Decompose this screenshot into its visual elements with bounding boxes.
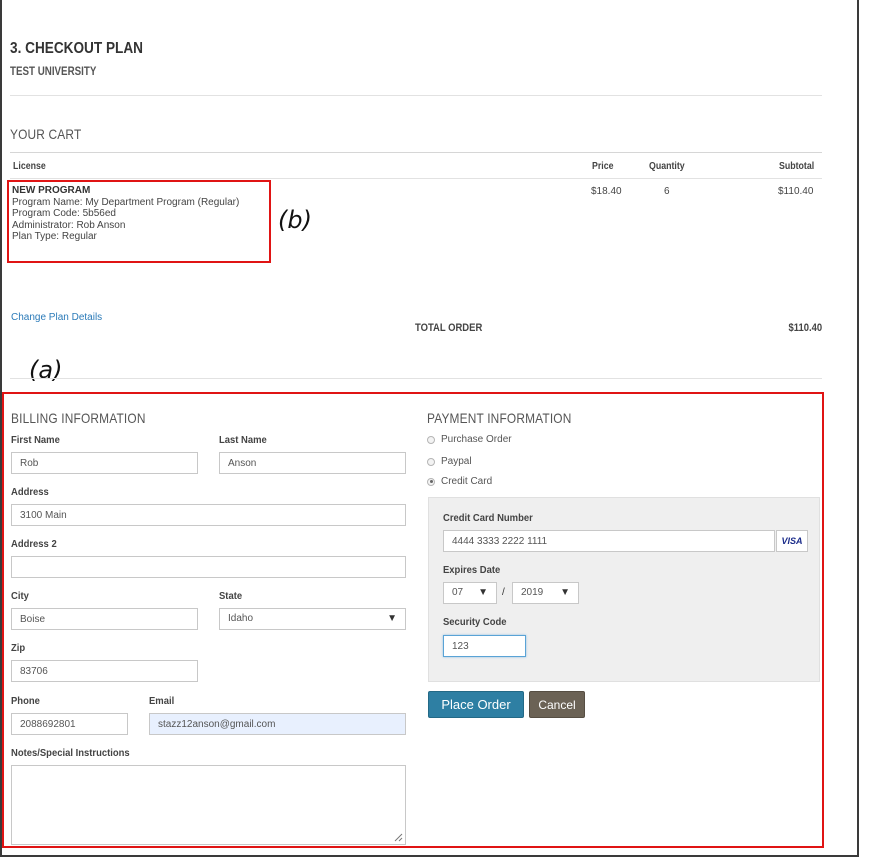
city-label: City [11, 590, 29, 602]
payment-option-label: Credit Card [441, 476, 493, 487]
item-price: $18.40 [591, 186, 622, 197]
payment-option-paypal[interactable]: Paypal [427, 456, 472, 467]
email-label: Email [149, 695, 175, 707]
phone-input[interactable]: 2088692801 [11, 713, 128, 735]
last-name-label: Last Name [219, 434, 267, 446]
expires-date-label: Expires Date [443, 564, 501, 576]
page-title: 3. CHECKOUT PLAN [10, 40, 143, 57]
item-quantity: 6 [664, 186, 670, 197]
state-label: State [219, 590, 243, 602]
address-label: Address [11, 486, 49, 498]
notes-textarea[interactable] [11, 765, 406, 845]
total-order-label: TOTAL ORDER [415, 322, 483, 334]
cart-heading: YOUR CART [10, 126, 82, 142]
annotation-label-a: (a) [29, 356, 63, 384]
billing-heading: BILLING INFORMATION [11, 410, 146, 426]
column-header-subtotal: Subtotal [779, 161, 815, 172]
divider [10, 152, 822, 153]
payment-heading: PAYMENT INFORMATION [427, 410, 572, 426]
radio-button[interactable] [427, 457, 435, 466]
date-separator: / [502, 587, 505, 598]
payment-option-purchase-order[interactable]: Purchase Order [427, 434, 512, 445]
state-select[interactable]: Idaho ▼ [219, 608, 406, 630]
column-header-quantity: Quantity [649, 161, 685, 172]
organization-name: TEST UNIVERSITY [10, 66, 97, 78]
card-number-input[interactable]: 4444 3333 2222 1111 [443, 530, 775, 552]
address-input[interactable]: 3100 Main [11, 504, 406, 526]
payment-option-credit-card[interactable]: Credit Card [427, 476, 492, 487]
expires-month-select[interactable]: 07 ▼ [443, 582, 497, 604]
dropdown-arrow-icon: ▼ [387, 613, 397, 624]
email-input[interactable]: stazz12anson@gmail.com [149, 713, 406, 735]
first-name-input[interactable]: Rob [11, 452, 198, 474]
column-header-price: Price [592, 161, 614, 172]
first-name-label: First Name [11, 434, 60, 446]
zip-label: Zip [11, 642, 26, 654]
annotation-box-b [7, 180, 271, 263]
divider [10, 378, 822, 379]
change-plan-details-link[interactable]: Change Plan Details [11, 312, 102, 323]
phone-label: Phone [11, 695, 40, 707]
address2-label: Address 2 [11, 538, 57, 550]
radio-button[interactable] [427, 435, 435, 444]
notes-label: Notes/Special Instructions [11, 747, 130, 759]
column-header-license: License [13, 161, 46, 172]
address2-input[interactable] [11, 556, 406, 578]
payment-option-label: Purchase Order [441, 434, 512, 445]
radio-button-selected[interactable] [427, 477, 435, 486]
expires-month-value: 07 [452, 587, 464, 598]
card-number-label: Credit Card Number [443, 512, 533, 524]
annotation-label-b: (b) [278, 206, 312, 234]
zip-input[interactable]: 83706 [11, 660, 198, 682]
cancel-button[interactable]: Cancel [529, 691, 585, 718]
security-code-input[interactable]: 123 [443, 635, 526, 657]
resize-grip-icon[interactable] [394, 833, 403, 842]
dropdown-arrow-icon: ▼ [478, 587, 488, 598]
visa-card-icon: VISA [776, 530, 808, 552]
divider [10, 178, 822, 179]
item-subtotal: $110.40 [778, 186, 814, 197]
dropdown-arrow-icon: ▼ [560, 587, 570, 598]
expires-year-select[interactable]: 2019 ▼ [512, 582, 579, 604]
last-name-input[interactable]: Anson [219, 452, 406, 474]
place-order-button[interactable]: Place Order [428, 691, 524, 718]
city-input[interactable]: Boise [11, 608, 198, 630]
total-order-value: $110.40 [788, 322, 822, 334]
expires-year-value: 2019 [521, 587, 544, 598]
security-code-label: Security Code [443, 616, 507, 628]
payment-option-label: Paypal [441, 456, 472, 467]
state-selected-value: Idaho [228, 613, 254, 624]
divider [10, 95, 822, 96]
